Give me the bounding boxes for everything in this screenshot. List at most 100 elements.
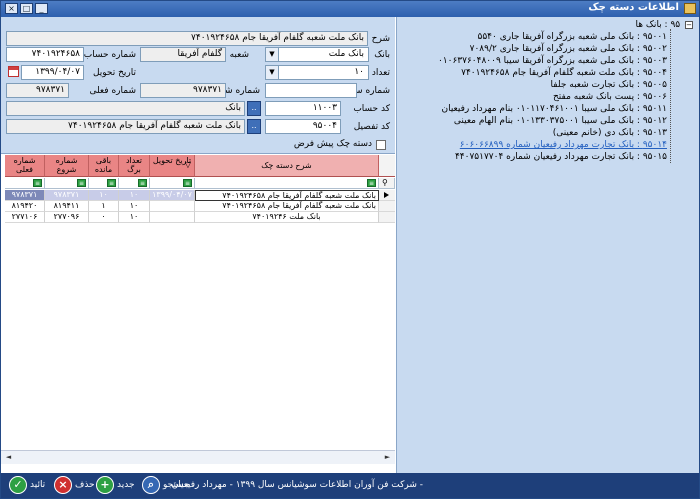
start-number-field[interactable]: ۹۷۸۳۷۱ [140, 83, 226, 98]
description-field[interactable]: بانک ملت شعبه گلفام آفریقا جام ۷۴۰۱۹۲۴۶۵… [6, 31, 368, 46]
column-header-leaf-count[interactable]: تعداد برگ [119, 155, 150, 177]
filter-start-number[interactable]: ≡ [45, 178, 89, 189]
delete-button-label: حذف [75, 480, 95, 490]
cell-start-number[interactable]: ۸۱۹۴۱۱ [45, 201, 89, 212]
tree-item[interactable]: ۹۵۰۱۵ : بانک تجارت مهرداد رفیعیان شماره … [455, 152, 667, 162]
cell-leaf-count[interactable]: ۱۰ [119, 212, 150, 223]
tree-item[interactable]: ۹۵۰۱۲ : بانک ملی سیبا ۰۱۰۱۳۳۰۳۷۵۰۰۱ بنام… [454, 116, 667, 126]
cell-leaf-count[interactable]: ۱۰ [119, 201, 150, 212]
default-checkbox[interactable] [376, 140, 386, 150]
column-header-description[interactable]: شرح دسته چک [195, 155, 379, 177]
tree-root[interactable]: − ۹۵ : بانک ها [636, 20, 693, 30]
cell-description[interactable]: بانک ملت ۷۴۰۱۹۲۴۶ [195, 212, 379, 223]
accounts-tree: − ۹۵ : بانک ها ۹۵۰۰۱ : بانک ملی شعبه بزر… [396, 17, 699, 473]
new-button[interactable]: + جدید [96, 476, 140, 495]
sort-icon[interactable]: ▽ [185, 160, 191, 169]
horizontal-scrollbar[interactable]: ◄ ► [1, 450, 395, 464]
filter-current-number[interactable]: ≡ [5, 178, 45, 189]
row-indicator-header [379, 155, 395, 177]
branch-label: شعبه [229, 50, 249, 60]
cell-delivery-date[interactable] [150, 201, 195, 212]
account-code-lookup-button[interactable]: .. [247, 101, 261, 116]
column-header-start-number[interactable]: شماره شروع [45, 155, 89, 177]
window-title: اطلاعات دسته چک [588, 2, 679, 13]
filter-leaf-count[interactable]: ≡ [119, 178, 150, 189]
cell-delivery-date[interactable]: ۱۳۹۹/۰۴/۰۷ [150, 190, 195, 201]
check-book-window: اطلاعات دسته چک × □ _ شرح بانک ملت شعبه … [0, 0, 700, 499]
status-bar: - شرکت فن آوران اطلاعات سوشیانس سال ۱۳۹۹… [1, 473, 699, 498]
bank-combo[interactable]: ▼ بانک ملت [265, 47, 369, 62]
cell-remaining[interactable]: ۱۰ [89, 190, 119, 201]
check-form: شرح بانک ملت شعبه گلفام آفریقا جام ۷۴۰۱۹… [1, 17, 395, 153]
detail-code-label: کد تفصیل [353, 122, 390, 132]
delete-icon: × [54, 476, 72, 494]
filter-indicator: ⚲ [379, 178, 395, 189]
cell-remaining[interactable]: ۱ [89, 201, 119, 212]
branch-field[interactable]: گلفام آفریقا [140, 47, 226, 62]
chevron-down-icon[interactable]: ▼ [266, 48, 279, 61]
filter-description[interactable]: ≡ [195, 178, 379, 189]
detail-code-lookup-button[interactable]: .. [247, 119, 261, 134]
column-header-delivery-date[interactable]: تاریخ تحویل ▽ [150, 155, 195, 177]
filter-icon: ≡ [77, 179, 86, 187]
table-row[interactable]: بانک ملت ۷۴۰۱۹۲۴۶ ۱۰ ۰ ۲۷۷۰۹۶ ۲۷۷۱۰۶ [1, 212, 395, 223]
cell-remaining[interactable]: ۰ [89, 212, 119, 223]
cell-leaf-count[interactable]: ۱۰ [119, 190, 150, 201]
account-code-label: کد حساب [353, 104, 390, 114]
cell-current-number[interactable]: ۲۷۷۱۰۶ [5, 212, 45, 223]
cell-start-number[interactable]: ۹۷۸۳۷۱ [45, 190, 89, 201]
delivery-date-field[interactable]: ۱۳۹۹/۰۴/۰۷ [21, 65, 84, 80]
confirm-button[interactable]: ✓ تائید [9, 476, 51, 495]
tree-item[interactable]: ۹۵۰۰۶ : پست بانک شعبه مفتح [553, 92, 667, 102]
current-number-field[interactable]: ۹۷۸۳۷۱ [6, 83, 69, 98]
serial-number-field[interactable] [265, 83, 357, 98]
cell-current-number[interactable]: ۹۷۸۳۷۱ [5, 190, 45, 201]
tree-item[interactable]: ۹۵۰۰۲ : بانک ملی شعبه بزرگراه آفریقا جار… [470, 44, 667, 54]
column-header-remaining[interactable]: باقی مانده [89, 155, 119, 177]
bank-combo-value: بانک ملت [328, 49, 364, 59]
cell-description[interactable]: بانک ملت شعبه گلفام آفریقا جام ۷۴۰۱۹۲۴۶۵… [195, 190, 379, 201]
filter-remaining[interactable]: ≡ [89, 178, 119, 189]
cell-delivery-date[interactable] [150, 212, 195, 223]
cell-current-number[interactable]: ۸۱۹۴۲۰ [5, 201, 45, 212]
account-number-field[interactable]: ۷۴۰۱۹۲۴۶۵۸ [6, 47, 84, 62]
row-indicator [379, 212, 395, 223]
tree-connector [670, 29, 671, 163]
scroll-right-icon[interactable]: ► [382, 452, 393, 463]
minimize-button[interactable]: _ [35, 3, 48, 14]
add-icon: + [96, 476, 114, 494]
check-book-grid: شرح دسته چک تاریخ تحویل ▽ تعداد برگ باقی… [1, 153, 395, 465]
filter-delivery-date[interactable]: ≡ [150, 178, 195, 189]
tree-item[interactable]: ۹۵۰۱۱ : بانک ملی سیبا ۰۱۰۱۱۷۰۴۶۱۰۰۱ بنام… [441, 104, 667, 114]
leaf-count-combo[interactable]: ▼ ۱۰ [265, 65, 369, 80]
detail-code-field[interactable]: ۹۵۰۰۴ [265, 119, 341, 134]
tree-item[interactable]: ۹۵۰۰۴ : بانک ملت شعبه گلفام آفریقا جام ۷… [461, 68, 667, 78]
content-area: شرح بانک ملت شعبه گلفام آفریقا جام ۷۴۰۱۹… [1, 17, 699, 473]
search-icon: ⌕ [142, 476, 160, 494]
delivery-date-label: تاریخ تحویل [92, 68, 136, 78]
table-row[interactable]: بانک ملت شعبه گلفام آفریقا جام ۷۴۰۱۹۲۴۶۵… [1, 201, 395, 212]
cell-description[interactable]: بانک ملت شعبه گلفام آفریقا جام ۷۴۰۱۹۲۴۶۵… [195, 201, 379, 212]
close-button[interactable]: × [5, 3, 18, 14]
maximize-button[interactable]: □ [20, 3, 33, 14]
tree-item[interactable]: ۹۵۰۱۳ : بانک دی (خانم معینی) [553, 128, 667, 138]
chevron-down-icon[interactable]: ▼ [266, 66, 279, 79]
table-row[interactable]: بانک ملت شعبه گلفام آفریقا جام ۷۴۰۱۹۲۴۶۵… [1, 190, 395, 201]
account-code-field[interactable]: ۱۱۰۰۳ [265, 101, 341, 116]
tree-item-selected[interactable]: ۹۵۰۱۴ : بانک تجارت مهرداد رفیعیان شماره … [460, 140, 667, 150]
delete-button[interactable]: × حذف [54, 476, 95, 495]
filter-clear-icon[interactable]: ⚲ [382, 178, 388, 187]
tree-item[interactable]: ۹۵۰۰۳ : بانک ملی شعبه بزرگراه آفریقا سیب… [438, 56, 667, 66]
filter-icon: ≡ [33, 179, 42, 187]
search-button[interactable]: ⌕ جستجو [142, 476, 212, 495]
new-button-label: جدید [117, 480, 135, 490]
calendar-icon[interactable] [8, 66, 19, 77]
current-row-indicator [379, 190, 395, 201]
scroll-left-icon[interactable]: ◄ [3, 452, 14, 463]
tree-item[interactable]: ۹۵۰۰۱ : بانک ملی شعبه بزرگراه آفریقا جار… [477, 32, 667, 42]
bank-label: بانک [374, 50, 390, 60]
collapse-icon[interactable]: − [685, 21, 693, 29]
tree-item[interactable]: ۹۵۰۰۵ : بانک تجارت شعبه جلفا [551, 80, 667, 90]
column-header-current-number[interactable]: شماره فعلی [5, 155, 45, 177]
cell-start-number[interactable]: ۲۷۷۰۹۶ [45, 212, 89, 223]
